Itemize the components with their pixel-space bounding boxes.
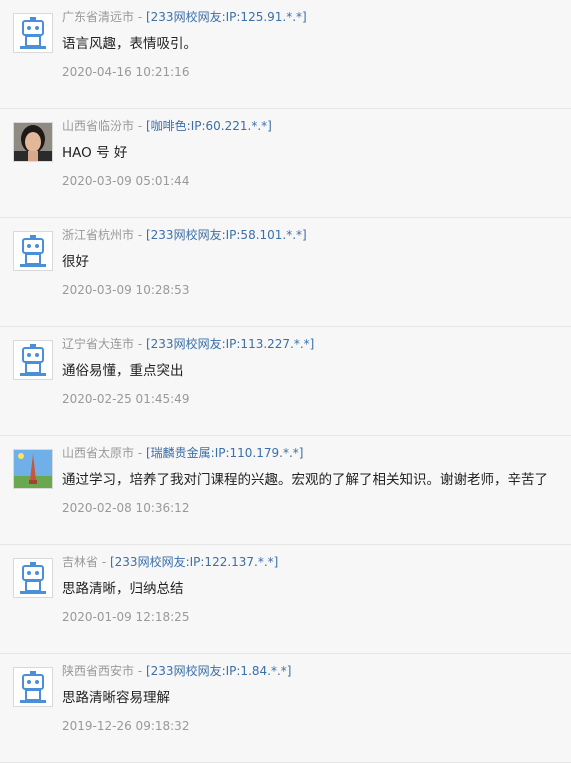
comment-meta: 山西省临汾市 - [咖啡色:IP:60.221.*.*] [62,118,272,134]
comment-user-link[interactable]: [咖啡色:IP:60.221.*.*] [146,119,272,133]
comment-timestamp: 2020-03-09 05:01:44 [62,174,190,188]
comment-text: 语言风趣，表情吸引。 [62,36,197,52]
comment-meta: 山西省太原市 - [瑞麟贵金属:IP:110.179.*.*] [62,445,303,461]
comment-item: 广东省清远市 - [233网校网友:IP:125.91.*.*] 语言风趣，表情… [0,0,571,109]
comment-location: 辽宁省大连市 [62,337,135,351]
meta-separator: - [134,664,146,678]
comment-location: 山西省临汾市 [62,119,135,133]
comment-timestamp: 2020-01-09 12:18:25 [62,610,190,624]
meta-separator: - [134,10,146,24]
comment-timestamp: 2019-12-26 09:18:32 [62,719,190,733]
meta-separator: - [134,119,146,133]
meta-separator: - [134,228,146,242]
comment-item: 浙江省杭州市 - [233网校网友:IP:58.101.*.*] 很好 2020… [0,218,571,327]
comment-meta: 陕西省西安市 - [233网校网友:IP:1.84.*.*] [62,663,291,679]
comment-location: 广东省清远市 [62,10,135,24]
comment-meta: 广东省清远市 - [233网校网友:IP:125.91.*.*] [62,9,307,25]
comment-item: 山西省太原市 - [瑞麟贵金属:IP:110.179.*.*] 通过学习，培养了… [0,436,571,545]
comment-user-link[interactable]: [233网校网友:IP:122.137.*.*] [110,555,278,569]
comment-meta: 辽宁省大连市 - [233网校网友:IP:113.227.*.*] [62,336,314,352]
tower-photo-avatar-icon [13,449,53,489]
robot-avatar-icon [13,231,53,271]
comment-user-link[interactable]: [瑞麟贵金属:IP:110.179.*.*] [146,446,303,460]
comment-item: 陕西省西安市 - [233网校网友:IP:1.84.*.*] 思路清晰容易理解 … [0,654,571,763]
comment-location: 陕西省西安市 [62,664,135,678]
comment-location: 山西省太原市 [62,446,135,460]
comment-timestamp: 2020-02-08 10:36:12 [62,501,190,515]
meta-separator: - [98,555,110,569]
comment-user-link[interactable]: [233网校网友:IP:1.84.*.*] [146,664,291,678]
comment-item: 吉林省 - [233网校网友:IP:122.137.*.*] 思路清晰，归纳总结… [0,545,571,654]
comment-list: 广东省清远市 - [233网校网友:IP:125.91.*.*] 语言风趣，表情… [0,0,571,763]
comment-meta: 吉林省 - [233网校网友:IP:122.137.*.*] [62,554,278,570]
robot-avatar-icon [13,667,53,707]
comment-location: 浙江省杭州市 [62,228,135,242]
comment-text: 很好 [62,254,89,270]
comment-user-link[interactable]: [233网校网友:IP:113.227.*.*] [146,337,314,351]
meta-separator: - [134,446,146,460]
comment-user-link[interactable]: [233网校网友:IP:58.101.*.*] [146,228,307,242]
comment-text: 通过学习，培养了我对门课程的兴趣。宏观的了解了相关知识。谢谢老师，辛苦了 [62,472,548,488]
meta-separator: - [134,337,146,351]
comment-timestamp: 2020-03-09 10:28:53 [62,283,190,297]
robot-avatar-icon [13,13,53,53]
comment-meta: 浙江省杭州市 - [233网校网友:IP:58.101.*.*] [62,227,307,243]
comment-timestamp: 2020-02-25 01:45:49 [62,392,190,406]
comment-item: 山西省临汾市 - [咖啡色:IP:60.221.*.*] HAO 号 好 202… [0,109,571,218]
comment-user-link[interactable]: [233网校网友:IP:125.91.*.*] [146,10,307,24]
comment-text: 思路清晰，归纳总结 [62,581,184,597]
comment-timestamp: 2020-04-16 10:21:16 [62,65,190,79]
robot-avatar-icon [13,340,53,380]
comment-text: HAO 号 好 [62,145,128,161]
comment-text: 通俗易懂，重点突出 [62,363,184,379]
comment-text: 思路清晰容易理解 [62,690,170,706]
robot-avatar-icon [13,558,53,598]
user-photo-avatar-icon [13,122,53,162]
comment-location: 吉林省 [62,555,99,569]
comment-item: 辽宁省大连市 - [233网校网友:IP:113.227.*.*] 通俗易懂，重… [0,327,571,436]
